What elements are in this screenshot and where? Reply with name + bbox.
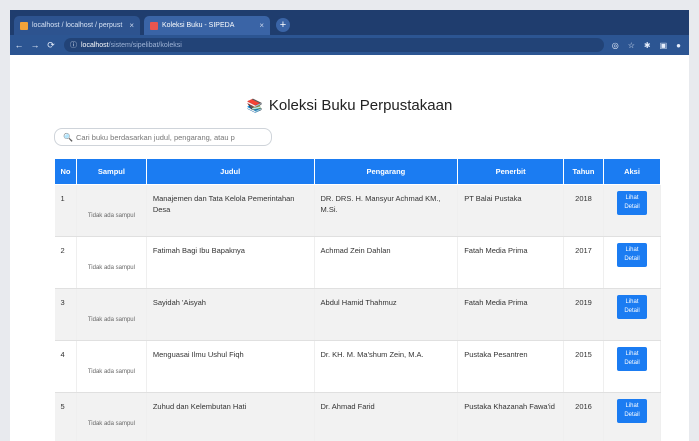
cell-year: 2019 <box>563 288 604 341</box>
book-table: No Sampul Judul Pengarang Penerbit Tahun… <box>54 158 662 441</box>
header-pengarang: Pengarang <box>313 158 459 185</box>
header-judul: Judul <box>145 158 315 185</box>
cell-cover: Tidak ada sampul <box>76 236 147 289</box>
cell-publisher: Pustaka Pesantren <box>457 340 565 393</box>
phpmyadmin-favicon-icon <box>20 21 28 30</box>
table-row: 2 Tidak ada sampul Fatimah Bagi Ibu Bapa… <box>54 236 662 289</box>
site-favicon-icon <box>150 21 158 30</box>
tab-strip: localhost / localhost / perpust × Koleks… <box>10 10 689 35</box>
cell-no: 3 <box>54 288 77 341</box>
forward-icon[interactable]: → <box>28 40 42 50</box>
view-detail-button[interactable]: Lihat Detail <box>616 191 647 215</box>
cell-title: Menguasai Ilmu Ushul Fiqh <box>146 340 315 393</box>
books-icon: 📚 <box>246 97 263 113</box>
cell-author: Dr. KH. M. Ma'shum Zein, M.A. <box>314 340 459 393</box>
navigation-bar: ← → ⟳ ⓘ localhost/sistem/sipelibat/kolek… <box>10 35 689 55</box>
close-icon[interactable]: × <box>259 21 264 30</box>
view-detail-button[interactable]: Lihat Detail <box>616 399 647 423</box>
cell-publisher: Pustaka Khazanah Fawa'id <box>457 392 565 441</box>
url-path: /sistem/sipelibat/koleksi <box>108 41 182 49</box>
table-row: 5 Tidak ada sampul Zuhud dan Kelembutan … <box>54 392 662 441</box>
extensions-icon[interactable]: ✱ <box>644 41 651 50</box>
search-input[interactable]: 🔍 Cari buku berdasarkan judul, pengarang… <box>54 128 272 146</box>
browser-toolbar: ◎ ☆ ✱ ▣ ● <box>612 41 681 50</box>
info-icon[interactable]: ⓘ <box>70 40 77 50</box>
view-detail-button[interactable]: Lihat Detail <box>616 295 647 319</box>
cell-title: Manajemen dan Tata Kelola Pemerintahan D… <box>146 184 315 237</box>
header-tahun: Tahun <box>563 158 604 185</box>
tab-koleksi[interactable]: Koleksi Buku - SIPEDA × <box>144 16 270 35</box>
table-row: 1 Tidak ada sampul Manajemen dan Tata Ke… <box>54 184 662 237</box>
cell-no: 5 <box>54 392 77 441</box>
cell-year: 2016 <box>563 392 604 441</box>
header-no: No <box>54 158 77 185</box>
profile-avatar-icon[interactable]: ● <box>676 41 681 50</box>
cell-no: 4 <box>54 340 77 393</box>
cell-year: 2015 <box>563 340 604 393</box>
cell-cover: Tidak ada sampul <box>76 392 147 441</box>
table-row: 3 Tidak ada sampul Sayidah 'Aisyah Abdul… <box>54 288 662 341</box>
table-row: 4 Tidak ada sampul Menguasai Ilmu Ushul … <box>54 340 662 393</box>
header-sampul: Sampul <box>75 158 147 185</box>
bookmark-star-icon[interactable]: ☆ <box>628 41 635 50</box>
cell-action: Lihat Detail <box>603 392 662 441</box>
browser-window: localhost / localhost / perpust × Koleks… <box>10 10 689 441</box>
cell-action: Lihat Detail <box>603 340 662 393</box>
tab-phpmyadmin[interactable]: localhost / localhost / perpust × <box>14 16 140 35</box>
cell-publisher: PT Balai Pustaka <box>457 184 565 237</box>
cell-cover: Tidak ada sampul <box>76 288 147 341</box>
tab-label: localhost / localhost / perpust <box>32 22 123 29</box>
header-penerbit: Penerbit <box>457 158 565 185</box>
reload-icon[interactable]: ⟳ <box>44 40 58 51</box>
cell-action: Lihat Detail <box>603 184 662 237</box>
cell-action: Lihat Detail <box>603 236 662 289</box>
cell-publisher: Fatah Media Prima <box>457 288 565 341</box>
cell-cover: Tidak ada sampul <box>76 340 147 393</box>
cell-title: Sayidah 'Aisyah <box>146 288 315 341</box>
cell-cover: Tidak ada sampul <box>76 184 147 237</box>
cell-year: 2018 <box>563 184 604 237</box>
new-tab-icon[interactable]: + <box>276 18 290 32</box>
search-icon: 🔍 <box>63 132 73 142</box>
cell-no: 1 <box>54 184 77 237</box>
close-icon[interactable]: × <box>129 21 134 30</box>
cell-title: Zuhud dan Kelembutan Hati <box>146 392 315 441</box>
cell-author: Abdul Hamid Thahmuz <box>314 288 459 341</box>
cell-no: 2 <box>54 236 77 289</box>
cell-publisher: Fatah Media Prima <box>457 236 565 289</box>
view-detail-button[interactable]: Lihat Detail <box>616 243 647 267</box>
header-aksi: Aksi <box>602 158 662 185</box>
page-title-text: Koleksi Buku Perpustakaan <box>268 97 453 114</box>
url-host: localhost <box>81 41 109 49</box>
page-content: 📚 Koleksi Buku Perpustakaan 🔍 Cari buku … <box>10 55 689 441</box>
sidebar-icon[interactable]: ▣ <box>660 41 668 50</box>
view-detail-button[interactable]: Lihat Detail <box>616 347 647 371</box>
table-header-row: No Sampul Judul Pengarang Penerbit Tahun… <box>54 158 662 185</box>
cast-icon[interactable]: ◎ <box>612 41 619 50</box>
cell-title: Fatimah Bagi Ibu Bapaknya <box>146 236 315 289</box>
cell-author: Dr. Ahmad Farid <box>314 392 459 441</box>
back-icon[interactable]: ← <box>12 40 26 50</box>
search-placeholder: Cari buku berdasarkan judul, pengarang, … <box>75 132 235 142</box>
tab-label: Koleksi Buku - SIPEDA <box>162 22 235 29</box>
cell-year: 2017 <box>563 236 604 289</box>
address-bar[interactable]: ⓘ localhost/sistem/sipelibat/koleksi <box>64 38 604 52</box>
cell-author: DR. DRS. H. Mansyur Achmad KM., M.Si. <box>314 184 459 237</box>
page-title: 📚 Koleksi Buku Perpustakaan <box>10 97 689 114</box>
cell-action: Lihat Detail <box>603 288 662 341</box>
cell-author: Achmad Zein Dahlan <box>314 236 459 289</box>
